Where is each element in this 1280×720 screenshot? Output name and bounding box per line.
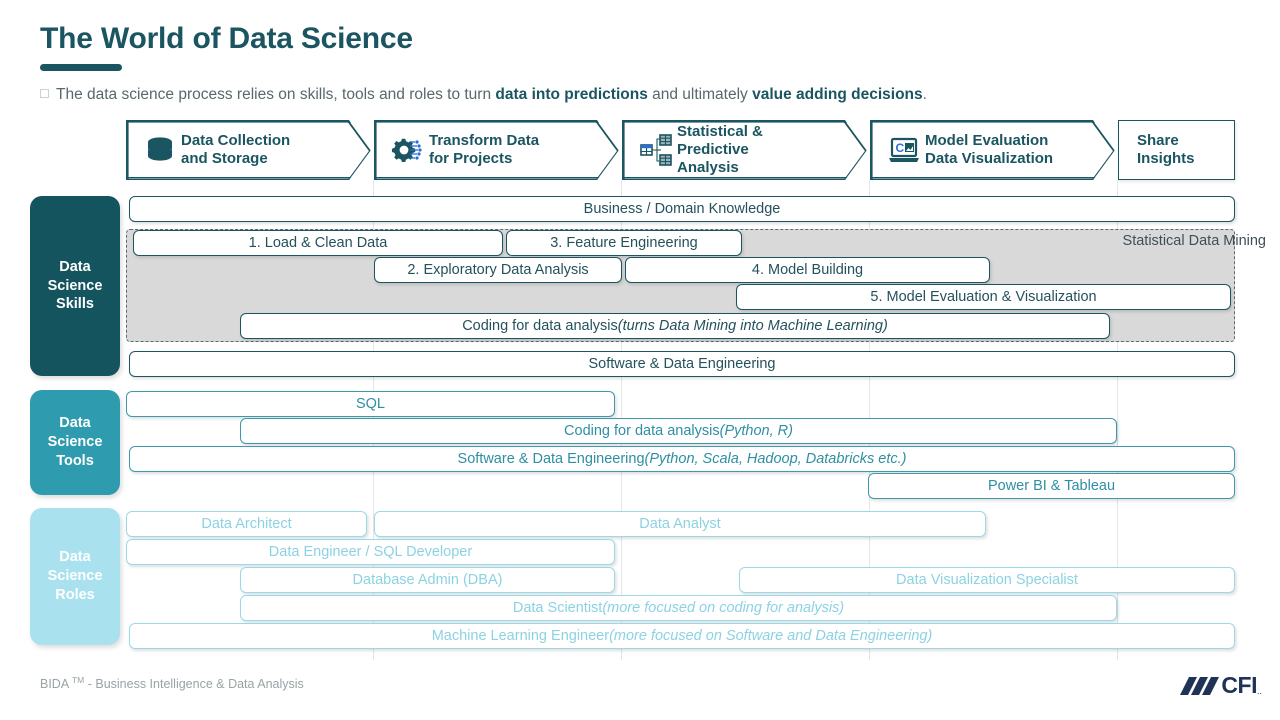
svg-text:C: C xyxy=(896,141,905,155)
bar-label: Data Visualization Specialist xyxy=(896,572,1078,588)
process-stage-row: Data Collection and Storage Transform Da… xyxy=(0,120,1280,180)
software-data-engineering-skill[interactable]: Software & Data Engineering xyxy=(129,351,1235,377)
process-stage-label: Data Collection and Storage xyxy=(181,132,291,167)
bar-label: Database Admin (DBA) xyxy=(352,572,503,588)
bar-label: Coding for data analysis xyxy=(462,318,618,334)
data-nodes-icon xyxy=(639,133,673,167)
data-visualization-specialist-role[interactable]: Data Visualization Specialist xyxy=(739,567,1235,593)
category-block-skills: Data Science Skills xyxy=(30,196,120,376)
bar-label: Business / Domain Knowledge xyxy=(583,201,781,217)
page-title: The World of Data Science xyxy=(40,22,413,55)
chevron-right-icon xyxy=(1091,121,1115,181)
database-admin-role[interactable]: Database Admin (DBA) xyxy=(240,567,615,593)
bar-label-note: (turns Data Mining into Machine Learning… xyxy=(617,318,888,334)
bar-label: Coding for data analysis xyxy=(564,423,720,439)
slide-canvas: The World of Data Science The data scien… xyxy=(0,0,1280,720)
subtitle: The data science process relies on skill… xyxy=(40,86,927,104)
bar-label: Data Architect xyxy=(201,516,292,532)
machine-learning-engineer-role[interactable]: Machine Learning Engineer (more focused … xyxy=(129,623,1235,649)
bar-label: 1. Load & Clean Data xyxy=(248,235,388,251)
software-data-engineering-tool[interactable]: Software & Data Engineering (Python, Sca… xyxy=(129,446,1235,472)
cfi-wordmark: CFI xyxy=(1221,672,1257,698)
bar-label-note: (Python, Scala, Hadoop, Databricks etc.) xyxy=(644,451,907,467)
subtitle-emphasis: value adding decisions xyxy=(752,86,923,103)
process-stage-1[interactable]: Data Collection and Storage xyxy=(126,120,371,180)
power-bi-tableau-tool[interactable]: Power BI & Tableau xyxy=(868,473,1235,499)
chevron-right-icon xyxy=(843,121,867,181)
subtitle-emphasis: data into predictions xyxy=(495,86,648,103)
load-clean-data[interactable]: 1. Load & Clean Data xyxy=(133,230,503,256)
stage-icon-wrap xyxy=(139,133,181,167)
footer-tm: TM xyxy=(71,675,85,685)
stage-icon-wrap xyxy=(635,133,677,167)
data-engineer-sql-developer-role[interactable]: Data Engineer / SQL Developer xyxy=(126,539,615,565)
coding-python-r-tool[interactable]: Coding for data analysis (Python, R) xyxy=(240,418,1117,444)
process-stage-label: Transform Data for Projects xyxy=(429,132,540,167)
stage-icon-wrap: C xyxy=(883,133,925,167)
cfi-trademark: .. xyxy=(1256,686,1262,696)
bar-label: SQL xyxy=(355,396,385,412)
bar-label: 4. Model Building xyxy=(751,262,864,278)
bar-label-note: (more focused on coding for analysis) xyxy=(602,600,845,616)
bar-label: Software & Data Engineering xyxy=(588,356,776,372)
cfi-mark-icon xyxy=(1180,676,1220,695)
process-stage-label: Statistical & Predictive Analysis xyxy=(677,123,763,176)
stage-icon-wrap xyxy=(387,133,429,167)
coding-for-data-analysis-ml[interactable]: Coding for data analysis (turns Data Min… xyxy=(240,313,1110,339)
bar-label: Software & Data Engineering xyxy=(457,451,645,467)
bar-label: 5. Model Evaluation & Visualization xyxy=(870,289,1097,305)
cfi-logo: CFI .. xyxy=(1179,672,1262,699)
data-scientist-role[interactable]: Data Scientist (more focused on coding f… xyxy=(240,595,1117,621)
business-domain-knowledge[interactable]: Business / Domain Knowledge xyxy=(129,196,1235,222)
category-block-tools: Data Science Tools xyxy=(30,390,120,495)
process-stage-label: Share Insights xyxy=(1137,132,1195,167)
bar-label: Data Engineer / SQL Developer xyxy=(268,544,473,560)
footer-bida: BIDA xyxy=(40,677,72,692)
chevron-right-icon xyxy=(595,121,619,181)
process-stage-3[interactable]: Statistical & Predictive Analysis xyxy=(622,120,867,180)
bar-label: Power BI & Tableau xyxy=(987,478,1116,494)
process-stage-5[interactable]: Share Insights xyxy=(1118,120,1235,180)
footer-rest: - Business Intelligence & Data Analysis xyxy=(84,677,304,692)
bar-label: Data Scientist xyxy=(512,600,603,616)
exploratory-data-analysis[interactable]: 2. Exploratory Data Analysis xyxy=(374,257,622,283)
model-evaluation-visualization[interactable]: 5. Model Evaluation & Visualization xyxy=(736,284,1231,310)
sql-tool[interactable]: SQL xyxy=(126,391,615,417)
bar-label: 3. Feature Engineering xyxy=(550,235,698,251)
bar-label-note: (Python, R) xyxy=(719,423,793,439)
model-building[interactable]: 4. Model Building xyxy=(625,257,990,283)
category-block-roles: Data Science Roles xyxy=(30,508,120,645)
chevron-right-icon xyxy=(347,121,371,181)
bar-label-note: (more focused on Software and Data Engin… xyxy=(609,628,933,644)
process-stage-4[interactable]: C Model Evaluation Data Visualization xyxy=(870,120,1115,180)
bar-label: Data Analyst xyxy=(639,516,721,532)
data-analyst-role[interactable]: Data Analyst xyxy=(374,511,986,537)
database-icon xyxy=(143,133,177,167)
statistical-data-mining-label: Statistical Data Mining xyxy=(1122,233,1266,249)
subtitle-plain: and ultimately xyxy=(647,86,753,103)
bar-label: 2. Exploratory Data Analysis xyxy=(407,262,589,278)
gear-chip-icon xyxy=(391,133,425,167)
bullet-square-icon xyxy=(40,89,49,98)
bar-label: Machine Learning Engineer xyxy=(431,628,610,644)
title-underline-rule xyxy=(40,64,122,71)
subtitle-plain: The data science process relies on skill… xyxy=(56,86,496,103)
laptop-chart-icon: C xyxy=(887,133,921,167)
process-stage-label: Model Evaluation Data Visualization xyxy=(925,132,1054,167)
subtitle-plain: . xyxy=(922,86,927,103)
data-architect-role[interactable]: Data Architect xyxy=(126,511,367,537)
footer-attribution: BIDA TM - Business Intelligence & Data A… xyxy=(40,675,304,691)
feature-engineering[interactable]: 3. Feature Engineering xyxy=(506,230,742,256)
process-stage-2[interactable]: Transform Data for Projects xyxy=(374,120,619,180)
